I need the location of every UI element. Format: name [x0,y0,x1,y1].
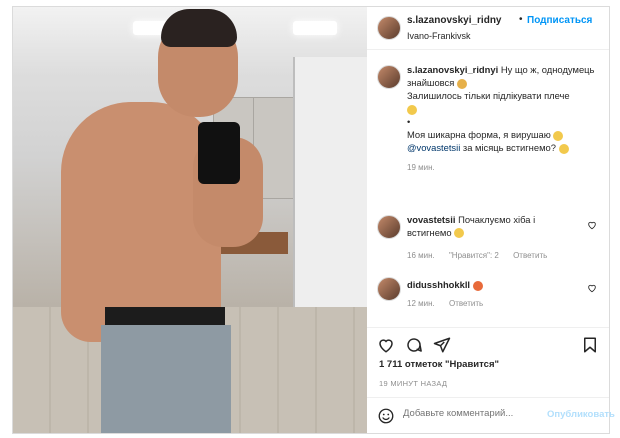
laughing-emoji-icon [454,228,465,239]
add-comment-bar: Опубликовать [367,397,615,434]
comment-input[interactable] [403,408,543,419]
publish-button[interactable]: Опубликовать [547,409,615,420]
comment-username[interactable]: didusshhokkll [407,279,470,290]
caption-username[interactable]: s.lazanovskyi_ridnyi [407,64,498,75]
photo-ceiling-light [293,21,337,35]
comment-time[interactable]: 12 мин. [407,299,435,308]
comment-icon[interactable] [405,336,423,354]
caption-line-2: Залишилось тільки підлікувати плече [407,90,570,101]
likes-count[interactable]: 1 711 отметок "Нравится" [379,359,499,370]
caption-time[interactable]: 19 мин. [407,163,435,172]
caption-mention[interactable]: @vovastetsii [407,142,460,153]
comment-item: didusshhokkll [407,279,577,292]
commenter-avatar[interactable] [377,215,401,239]
comment-likes[interactable]: "Нравится": 2 [449,251,499,260]
photo-door [293,57,367,327]
comment-meta: 12 мин. Ответить [407,299,495,308]
author-username[interactable]: s.lazanovskyi_ridny [407,15,502,26]
laughing-emoji-icon [553,130,564,141]
follow-button[interactable]: Подписаться [527,15,592,26]
flexed-biceps-emoji-icon [456,78,467,89]
photo-jeans [101,325,231,433]
author-avatar[interactable] [377,16,401,40]
caption-line-3: Моя шикарна форма, я вирушаю [407,129,551,140]
laughing-emoji-icon [558,143,569,154]
instagram-post: s.lazanovskyi_ridny • Подписаться Ivano-… [12,6,615,434]
comment-username[interactable]: vovastetsii [407,214,455,225]
comment-meta: 16 мин. "Нравится": 2 Ответить [407,251,559,260]
face-emoji-icon [407,104,417,115]
header-separator: • [519,14,523,25]
emoji-icon[interactable] [377,407,395,425]
post-sidebar: s.lazanovskyi_ridny • Подписаться Ivano-… [367,7,615,434]
comment-reply-button[interactable]: Ответить [449,299,483,308]
comment-time[interactable]: 16 мин. [407,251,435,260]
heart-icon[interactable] [377,336,395,354]
caption-dot: • [407,116,411,127]
photo-hair [161,9,237,47]
heart-eyes-emoji-icon [472,280,483,291]
share-icon[interactable] [433,336,451,354]
photo-phone [198,122,240,184]
post-caption: s.lazanovskyi_ridnyi Ну що ж, однодумець… [407,63,603,174]
post-location[interactable]: Ivano-Frankivsk [407,31,471,41]
caption-avatar[interactable] [377,65,401,89]
like-comment-heart-icon[interactable] [587,220,597,230]
comment-reply-button[interactable]: Ответить [513,251,547,260]
commenter-avatar[interactable] [377,277,401,301]
posted-time[interactable]: 19 МИНУТ НАЗАД [379,379,447,388]
post-header: s.lazanovskyi_ridny • Подписаться Ivano-… [367,7,609,50]
like-comment-heart-icon[interactable] [587,283,597,293]
post-photo[interactable] [13,7,367,433]
comment-item: vovastetsii Почаклуємо хіба і встигнемо [407,214,577,239]
bookmark-icon[interactable] [581,336,599,354]
caption-line-4: за місяць встигнемо? [460,142,556,153]
